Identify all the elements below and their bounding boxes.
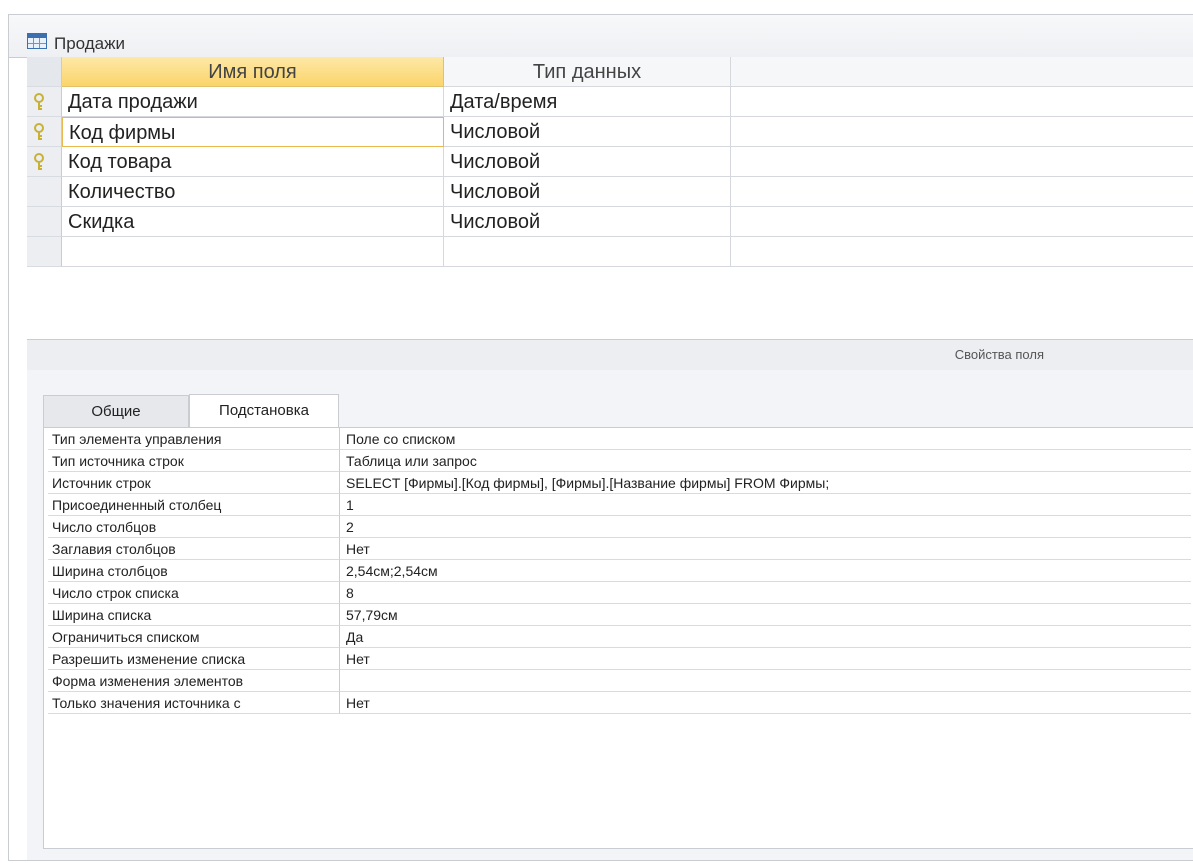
tab-lookup[interactable]: Подстановка: [189, 394, 339, 429]
property-value[interactable]: Нет: [340, 692, 1191, 714]
field-row[interactable]: Дата продажи Дата/время: [27, 87, 1193, 117]
field-row[interactable]: [27, 237, 1193, 267]
property-name: Ширина столбцов: [48, 560, 340, 582]
field-name-cell[interactable]: Скидка: [62, 207, 444, 237]
property-value[interactable]: [340, 670, 1191, 692]
data-type-cell[interactable]: Числовой: [444, 207, 731, 237]
property-value[interactable]: 57,79см: [340, 604, 1191, 626]
property-name: Форма изменения элементов: [48, 670, 340, 692]
property-name: Ширина списка: [48, 604, 340, 626]
row-selector[interactable]: [27, 147, 62, 177]
table-design-window: Продажи Имя поля Тип данных Дата продажи…: [8, 14, 1193, 861]
field-design-grid: Имя поля Тип данных Дата продажи Дата/вре…: [27, 57, 1193, 267]
description-cell[interactable]: [731, 117, 1193, 147]
field-row[interactable]: Код фирмы Числовой: [27, 117, 1193, 147]
property-row[interactable]: Ширина списка 57,79см: [44, 604, 1193, 626]
property-name: Присоединенный столбец: [48, 494, 340, 516]
property-name: Источник строк: [48, 472, 340, 494]
data-type-cell[interactable]: Дата/время: [444, 87, 731, 117]
property-row[interactable]: Заглавия столбцов Нет: [44, 538, 1193, 560]
property-name: Число строк списка: [48, 582, 340, 604]
field-name-cell[interactable]: Код товара: [62, 147, 444, 177]
property-name: Число столбцов: [48, 516, 340, 538]
header-description[interactable]: [731, 57, 1193, 87]
property-row[interactable]: Источник строк SELECT [Фирмы].[Код фирмы]…: [44, 472, 1193, 494]
key-icon: [34, 123, 44, 140]
select-all-cell[interactable]: [27, 57, 62, 87]
property-row[interactable]: Только значения источника с Нет: [44, 692, 1193, 714]
field-name-cell[interactable]: Код фирмы: [62, 117, 444, 147]
data-type-cell[interactable]: Числовой: [444, 177, 731, 207]
grid-header-row: Имя поля Тип данных: [27, 57, 1193, 87]
field-row[interactable]: Код товара Числовой: [27, 147, 1193, 177]
property-name: Тип элемента управления: [48, 428, 340, 450]
row-selector[interactable]: [27, 207, 62, 237]
description-cell[interactable]: [731, 147, 1193, 177]
key-icon: [34, 153, 44, 170]
property-value[interactable]: Поле со списком: [340, 428, 1191, 450]
property-value[interactable]: 8: [340, 582, 1191, 604]
property-row[interactable]: Тип элемента управления Поле со списком: [44, 428, 1193, 450]
field-row[interactable]: Количество Числовой: [27, 177, 1193, 207]
property-value[interactable]: 2: [340, 516, 1191, 538]
data-type-cell[interactable]: Числовой: [444, 147, 731, 177]
row-selector[interactable]: [27, 177, 62, 207]
property-name: Тип источника строк: [48, 450, 340, 472]
field-properties-bar: Свойства поля: [27, 339, 1193, 371]
property-value[interactable]: 2,54см;2,54см: [340, 560, 1191, 582]
data-type-cell[interactable]: [444, 237, 731, 267]
lookup-properties-sheet: Тип элемента управления Поле со списком Ти…: [43, 427, 1193, 849]
property-name: Разрешить изменение списка: [48, 648, 340, 670]
property-value[interactable]: Таблица или запрос: [340, 450, 1191, 472]
property-value[interactable]: Да: [340, 626, 1191, 648]
description-cell[interactable]: [731, 177, 1193, 207]
tab-general[interactable]: Общие: [43, 395, 189, 427]
property-name: Заглавия столбцов: [48, 538, 340, 560]
property-row[interactable]: Присоединенный столбец 1: [44, 494, 1193, 516]
row-selector[interactable]: [27, 87, 62, 117]
description-cell[interactable]: [731, 87, 1193, 117]
field-name-cell[interactable]: Дата продажи: [62, 87, 444, 117]
field-properties-pane: Общие Подстановка Тип элемента управлени…: [27, 370, 1193, 860]
property-row[interactable]: Число строк списка 8: [44, 582, 1193, 604]
field-name-cell[interactable]: Количество: [62, 177, 444, 207]
property-row[interactable]: Тип источника строк Таблица или запрос: [44, 450, 1193, 472]
document-tab[interactable]: Продажи: [9, 15, 1193, 58]
property-row[interactable]: Разрешить изменение списка Нет: [44, 648, 1193, 670]
row-selector[interactable]: [27, 237, 62, 267]
header-data-type[interactable]: Тип данных: [444, 57, 731, 87]
property-name: Только значения источника с: [48, 692, 340, 714]
property-row[interactable]: Форма изменения элементов: [44, 670, 1193, 692]
description-cell[interactable]: [731, 207, 1193, 237]
property-row[interactable]: Ограничиться списком Да: [44, 626, 1193, 648]
property-row[interactable]: Ширина столбцов 2,54см;2,54см: [44, 560, 1193, 582]
data-type-cell[interactable]: Числовой: [444, 117, 731, 147]
header-field-name[interactable]: Имя поля: [62, 57, 444, 87]
document-title: Продажи: [54, 34, 125, 53]
row-selector[interactable]: [27, 117, 62, 147]
property-value[interactable]: Нет: [340, 538, 1191, 560]
key-icon: [34, 93, 44, 110]
property-value[interactable]: SELECT [Фирмы].[Код фирмы], [Фирмы].[Наз…: [340, 472, 1191, 494]
property-value[interactable]: Нет: [340, 648, 1191, 670]
property-name: Ограничиться списком: [48, 626, 340, 648]
property-value[interactable]: 1: [340, 494, 1191, 516]
table-icon: [27, 33, 47, 49]
field-properties-label: Свойства поля: [954, 347, 1044, 362]
property-row[interactable]: Число столбцов 2: [44, 516, 1193, 538]
field-name-cell[interactable]: [62, 237, 444, 267]
description-cell[interactable]: [731, 237, 1193, 267]
field-row[interactable]: Скидка Числовой: [27, 207, 1193, 237]
